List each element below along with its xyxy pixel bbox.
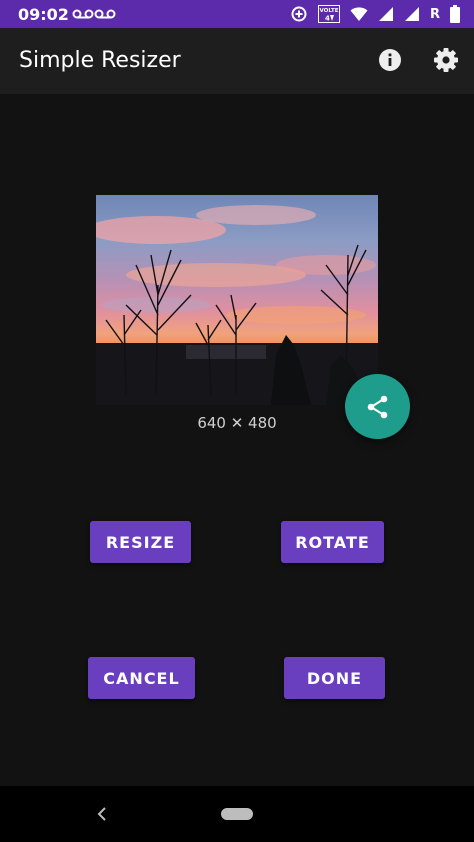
cancel-button[interactable]: CANCEL	[88, 657, 195, 699]
volte-text: VOLTE	[320, 8, 339, 14]
resize-button[interactable]: RESIZE	[90, 521, 191, 563]
image-preview	[96, 195, 378, 405]
status-time: 09:02	[18, 5, 69, 24]
roaming-indicator: R	[429, 6, 440, 22]
wifi-icon	[350, 7, 368, 21]
home-pill-icon[interactable]	[221, 808, 253, 820]
signal-icon	[404, 7, 419, 21]
svg-text:4: 4	[325, 15, 330, 23]
share-icon	[367, 395, 387, 418]
data-saver-icon	[291, 6, 307, 22]
share-button[interactable]	[345, 374, 410, 439]
done-button[interactable]: DONE	[284, 657, 385, 699]
app-bar: Simple Resizer	[0, 28, 474, 94]
gear-icon[interactable]	[432, 46, 460, 74]
sunset-photo	[96, 205, 378, 405]
voicemail-icon	[94, 9, 116, 19]
battery-icon	[450, 5, 460, 23]
voicemail-icon	[72, 9, 94, 19]
info-icon[interactable]	[376, 46, 404, 74]
rotate-button[interactable]: ROTATE	[281, 521, 384, 563]
back-icon[interactable]	[94, 805, 110, 823]
volte-icon: VOLTE 4	[317, 5, 340, 23]
app-title: Simple Resizer	[19, 48, 181, 73]
status-bar: 09:02 VOLTE 4 R	[0, 0, 474, 28]
signal-icon	[378, 7, 393, 21]
